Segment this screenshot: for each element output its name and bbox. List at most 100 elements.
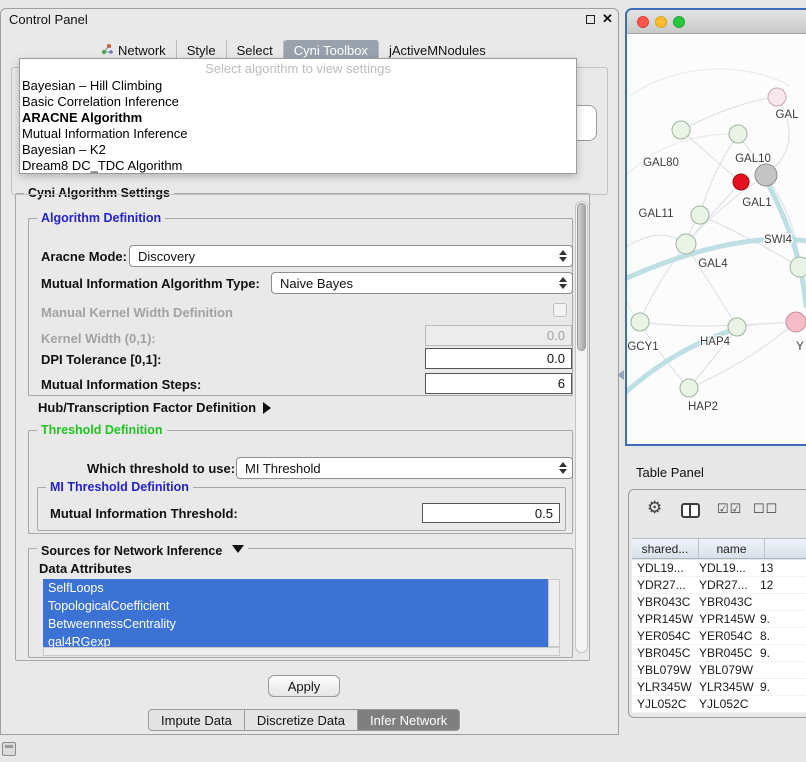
table-header: shared... name bbox=[632, 538, 806, 559]
network-node[interactable] bbox=[729, 125, 747, 143]
table-row[interactable]: YJL052CYJL052C bbox=[632, 696, 806, 713]
table-cell[interactable]: 12 bbox=[755, 577, 806, 593]
dropdown-item[interactable]: Basic Correlation Inference bbox=[20, 94, 576, 110]
select-all-columns-icon[interactable]: ☑☑ bbox=[717, 501, 742, 517]
attributes-vertical-scrollbar[interactable] bbox=[548, 579, 560, 647]
table-cell[interactable]: YLR345W bbox=[632, 679, 694, 695]
algorithm-definition-group: Algorithm Definition Aracne Mode: Discov… bbox=[28, 218, 573, 396]
close-icon[interactable]: ✕ bbox=[602, 11, 613, 27]
network-node[interactable] bbox=[676, 234, 696, 254]
tab-impute-data[interactable]: Impute Data bbox=[148, 709, 245, 731]
table-row[interactable]: YPR145WYPR145W9. bbox=[632, 611, 806, 628]
table-cell[interactable]: YBL079W bbox=[694, 662, 755, 678]
table-cell[interactable]: YDL19... bbox=[694, 560, 755, 576]
tab-infer-network[interactable]: Infer Network bbox=[358, 709, 460, 731]
table-cell[interactable]: 9. bbox=[755, 611, 806, 627]
table-cell[interactable]: YBR043C bbox=[694, 594, 755, 610]
table-settings-gear-icon[interactable]: ⚙ bbox=[647, 498, 662, 518]
table-row[interactable]: YBL079WYBL079W bbox=[632, 662, 806, 679]
network-node[interactable] bbox=[786, 312, 806, 332]
table-cell[interactable]: YPR145W bbox=[694, 611, 755, 627]
mi-type-select[interactable]: Naive Bayes bbox=[271, 272, 573, 294]
network-node[interactable] bbox=[680, 379, 698, 397]
table-columns-icon[interactable] bbox=[681, 503, 700, 518]
tab-label: Select bbox=[237, 43, 273, 58]
table-cell[interactable]: YDR27... bbox=[632, 577, 694, 593]
table-cell[interactable] bbox=[755, 696, 806, 712]
network-icon bbox=[101, 43, 113, 58]
tab-discretize-data[interactable]: Discretize Data bbox=[245, 709, 358, 731]
network-node[interactable] bbox=[733, 174, 749, 190]
network-node[interactable] bbox=[728, 318, 746, 336]
table-cell[interactable]: YBR045C bbox=[632, 645, 694, 661]
scrollbar-thumb[interactable] bbox=[577, 203, 586, 351]
table-cell[interactable]: YDL19... bbox=[632, 560, 694, 576]
table-row[interactable]: YBR043CYBR043C bbox=[632, 594, 806, 611]
column-header-name[interactable]: name bbox=[699, 539, 765, 558]
attribute-item-selected[interactable]: TopologicalCoefficient bbox=[43, 597, 548, 615]
table-cell[interactable]: YBL079W bbox=[632, 662, 694, 678]
table-cell[interactable]: YJL052C bbox=[694, 696, 755, 712]
control-panel-titlebar[interactable]: Control Panel ✕ bbox=[1, 9, 618, 31]
column-header-partial[interactable] bbox=[765, 539, 806, 558]
aracne-mode-select[interactable]: Discovery bbox=[129, 245, 573, 267]
dpi-tolerance-input[interactable]: 0.0 bbox=[425, 348, 572, 369]
dropdown-item[interactable]: Dream8 DC_TDC Algorithm bbox=[20, 158, 576, 174]
minimize-traffic-light[interactable] bbox=[655, 16, 667, 28]
attributes-horizontal-scrollbar[interactable] bbox=[43, 647, 560, 656]
aracne-mode-value: Discovery bbox=[138, 249, 195, 264]
network-window-titlebar[interactable] bbox=[627, 10, 806, 34]
close-traffic-light[interactable] bbox=[637, 16, 649, 28]
table-cell[interactable] bbox=[755, 594, 806, 610]
sources-toggle[interactable]: Sources for Network Inference bbox=[37, 541, 248, 558]
mi-steps-input[interactable]: 6 bbox=[425, 373, 572, 394]
which-threshold-select[interactable]: MI Threshold bbox=[236, 457, 573, 479]
network-node[interactable] bbox=[691, 206, 709, 224]
network-node[interactable] bbox=[672, 121, 690, 139]
table-cell[interactable]: YBR045C bbox=[694, 645, 755, 661]
collapsed-panel-icon[interactable] bbox=[2, 742, 16, 756]
dropdown-item[interactable]: Bayesian – Hill Climbing bbox=[20, 78, 576, 94]
mi-threshold-input[interactable]: 0.5 bbox=[422, 503, 560, 523]
table-cell[interactable]: YPR145W bbox=[632, 611, 694, 627]
mi-threshold-label: Mutual Information Threshold: bbox=[50, 506, 238, 521]
table-row[interactable]: YER054CYER054C8. bbox=[632, 628, 806, 645]
deselect-all-columns-icon[interactable]: ☐☐ bbox=[753, 501, 778, 517]
table-cell[interactable]: YDR27... bbox=[694, 577, 755, 593]
network-canvas[interactable]: GAL80GAL10GALGAL11GAL1SWI4GAL4GCY1HAP4HA… bbox=[627, 35, 806, 445]
attribute-item-selected[interactable]: SelfLoops bbox=[43, 579, 548, 597]
attribute-item-selected[interactable]: BetweennessCentrality bbox=[43, 615, 548, 633]
zoom-traffic-light[interactable] bbox=[673, 16, 685, 28]
network-node[interactable] bbox=[768, 88, 786, 106]
table-cell[interactable]: YER054C bbox=[632, 628, 694, 644]
table-cell[interactable] bbox=[755, 662, 806, 678]
apply-button[interactable]: Apply bbox=[268, 675, 340, 697]
node-label: GAL80 bbox=[643, 157, 679, 169]
float-window-icon[interactable] bbox=[586, 15, 595, 24]
table-cell[interactable]: 13 bbox=[755, 560, 806, 576]
table-cell[interactable]: YJL052C bbox=[632, 696, 694, 712]
table-cell[interactable]: 9. bbox=[755, 679, 806, 695]
table-cell[interactable]: 9. bbox=[755, 645, 806, 661]
settings-scrollbar[interactable] bbox=[575, 201, 588, 653]
table-cell[interactable]: YBR043C bbox=[632, 594, 694, 610]
dropdown-item[interactable]: Mutual Information Inference bbox=[20, 126, 576, 142]
node-label: GAL bbox=[775, 109, 799, 121]
dropdown-item[interactable]: Bayesian – K2 bbox=[20, 142, 576, 158]
table-cell[interactable]: 8. bbox=[755, 628, 806, 644]
dropdown-placeholder: Select algorithm to view settings bbox=[20, 59, 576, 78]
column-header-shared-name[interactable]: shared... bbox=[632, 539, 699, 558]
table-row[interactable]: YDL19...YDL19...13 bbox=[632, 560, 806, 577]
table-row[interactable]: YDR27...YDR27...12 bbox=[632, 577, 806, 594]
hub-definition-toggle[interactable]: Hub/Transcription Factor Definition bbox=[38, 400, 277, 415]
attribute-item-selected[interactable]: gal4RGexp bbox=[43, 633, 548, 647]
dropdown-item-selected[interactable]: ARACNE Algorithm bbox=[20, 110, 576, 126]
network-node[interactable] bbox=[790, 257, 806, 277]
table-cell[interactable]: YER054C bbox=[694, 628, 755, 644]
table-row[interactable]: YBR045CYBR045C9. bbox=[632, 645, 806, 662]
network-node[interactable] bbox=[755, 164, 777, 186]
panel-splitter-arrow[interactable] bbox=[612, 370, 624, 380]
table-row[interactable]: YLR345WYLR345W9. bbox=[632, 679, 806, 696]
table-cell[interactable]: YLR345W bbox=[694, 679, 755, 695]
network-node[interactable] bbox=[631, 313, 649, 331]
